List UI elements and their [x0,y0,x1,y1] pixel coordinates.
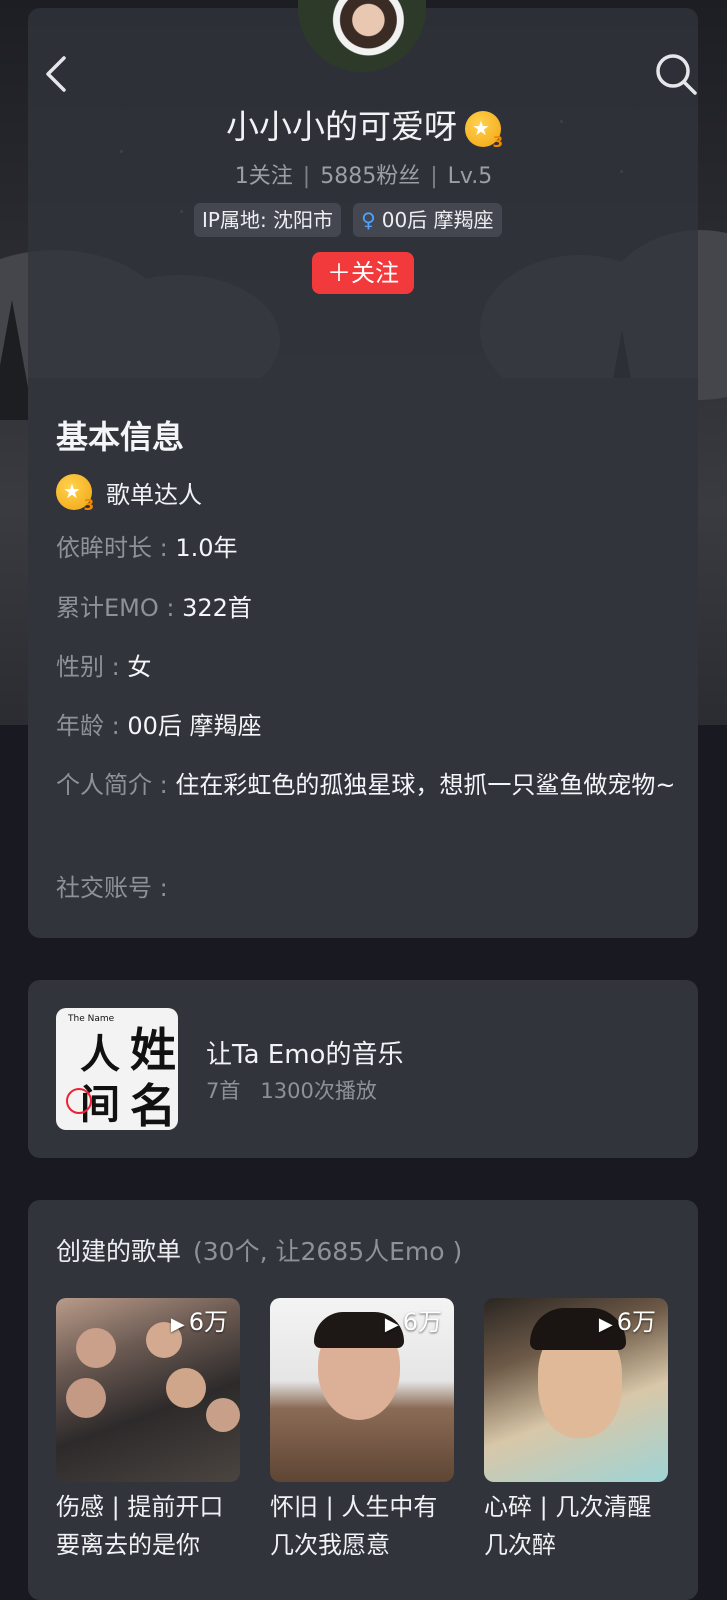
section-title: 基本信息 [56,418,185,456]
info-row-social: 社交账号 : [56,874,168,902]
ip-location-tag: IP属地: 沈阳市 [194,203,342,237]
profile-stats: 1关注 | 5885粉丝 | Lv.5 [234,164,493,189]
playlist-item[interactable]: ▶ 6万 心碎 | 几次清醒几次醉 [484,1298,668,1564]
back-icon[interactable] [40,56,76,92]
playlist-cover: ▶ 6万 [270,1298,454,1482]
basic-info-card: 基本信息 ★ 3 歌单达人 依眸时长 : 1.0年 累计EMO : 322首 性别… [28,378,698,938]
profile-tags: IP属地: 沈阳市 ♀ 00后 摩羯座 [194,203,502,237]
red-circle-mark [66,1088,92,1114]
info-row-bio: 个人简介 : 住在彩虹色的孤独星球，想抓一只鲨鱼做宠物~ [56,771,676,799]
info-row-age: 年龄 : 00后 摩羯座 [56,712,262,740]
info-row-gender: 性别 : 女 [56,653,152,681]
emo-music-title: 让Ta Emo的音乐 [206,1040,404,1070]
play-icon: ▶ [384,1314,399,1335]
search-icon[interactable] [654,52,698,96]
created-playlists-card: 创建的歌单 (30个, 让2685人Emo ) ▶ 6万 伤感 | 提前开口要离去的… [28,1200,698,1600]
play-count: ▶ 6万 [598,1308,656,1336]
emo-music-card[interactable]: The Name 人 姓 间 名 让Ta Emo的音乐 7首 1300次播放 [28,980,698,1158]
play-count: ▶ 6万 [384,1308,442,1336]
playlist-name: 怀旧 | 人生中有几次我愿意 [270,1493,438,1559]
album-cover: The Name 人 姓 间 名 [56,1008,178,1130]
emo-music-stats: 7首 1300次播放 [206,1079,377,1103]
badge-label: 歌单达人 [106,480,202,509]
playlist-expert-badge: ★ 3 歌单达人 [56,474,202,514]
playlist-name: 心碎 | 几次清醒几次醉 [484,1493,652,1559]
play-count: ▶ 6万 [170,1308,228,1336]
female-icon: ♀ [361,208,376,232]
playlists-heading: 创建的歌单 (30个, 让2685人Emo ) [56,1237,463,1266]
playlist-item[interactable]: ▶ 6万 伤感 | 提前开口要离去的是你 [56,1298,240,1564]
following-count[interactable]: 1关注 [235,164,293,189]
follow-button[interactable]: ＋关注 [312,252,414,294]
age-zodiac-tag: ♀ 00后 摩羯座 [353,203,502,237]
play-icon: ▶ [170,1314,185,1335]
playlist-item[interactable]: ▶ 6万 怀旧 | 人生中有几次我愿意 [270,1298,454,1564]
play-icon: ▶ [598,1314,613,1335]
playlist-cover: ▶ 6万 [56,1298,240,1482]
user-level: Lv.5 [447,164,493,189]
playlist-name: 伤感 | 提前开口要离去的是你 [56,1493,224,1559]
playlist-cover: ▶ 6万 [484,1298,668,1482]
star-badge-icon: ★ 3 [56,474,94,514]
info-row-duration: 依眸时长 : 1.0年 [56,534,238,562]
fans-count[interactable]: 5885粉丝 [320,164,420,189]
username: 小小小的可爱呀 [226,107,457,146]
age-zodiac-text: 00后 摩羯座 [381,208,494,232]
username-line: 小小小的可爱呀 ★ 3 [0,100,727,151]
star-badge-icon: ★ 3 [465,110,503,151]
info-row-emo: 累计EMO : 322首 [56,594,252,622]
